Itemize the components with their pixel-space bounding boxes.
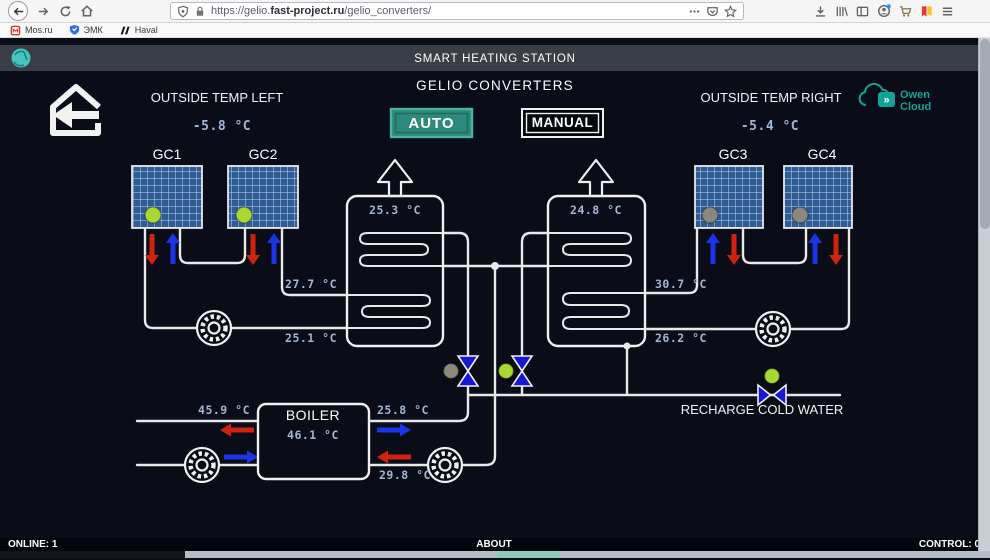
pipe-junction <box>491 262 499 270</box>
account-icon[interactable] <box>877 4 891 18</box>
url-prefix: https://gelio. <box>211 5 270 17</box>
manual-mode-button[interactable]: MANUAL <box>522 109 603 137</box>
sidebar-icon[interactable] <box>856 5 869 18</box>
pump-solar-left <box>197 311 231 345</box>
tracking-shield-icon[interactable] <box>177 5 189 18</box>
vertical-scrollbar-thumb[interactable] <box>980 39 990 229</box>
auto-mode-button[interactable]: AUTO <box>391 109 472 137</box>
reload-button[interactable] <box>54 1 76 21</box>
status-dot <box>792 207 808 223</box>
pump-solar-right <box>756 312 790 346</box>
station-logo-icon <box>12 49 31 68</box>
collector-label: GC2 <box>249 146 278 162</box>
back-button[interactable] <box>8 1 28 21</box>
home-button[interactable] <box>76 1 98 21</box>
forward-button[interactable] <box>32 1 54 21</box>
outside-temp-left-label: OUTSIDE TEMP LEFT <box>151 90 283 105</box>
collector-panel <box>132 166 202 228</box>
bookmark-star-icon[interactable] <box>724 5 737 18</box>
cloud-chevrons: » <box>883 95 889 107</box>
reload-icon <box>59 5 72 18</box>
horizontal-scrollbar[interactable] <box>0 551 990 558</box>
cloud-name-top: Owen <box>900 89 930 101</box>
boiler-temp: 46.1 °C <box>287 428 339 442</box>
hx-left-out-temp: 25.1 °C <box>285 331 337 345</box>
manual-button-label: MANUAL <box>532 115 594 130</box>
library-icon[interactable] <box>835 5 848 18</box>
url-text: https://gelio.fast-project.ru/gelio_conv… <box>211 5 683 17</box>
bookmark-mosru[interactable]: Mos.ru <box>10 25 53 36</box>
hx-left-temp: 25.3 °C <box>369 203 421 217</box>
status-dot <box>145 207 161 223</box>
pump-boiler-right <box>428 448 462 482</box>
online-count: ONLINE: 1 <box>0 539 476 550</box>
hx-right-out-temp: 26.2 °C <box>655 331 707 345</box>
status-dot <box>499 364 514 379</box>
lock-icon <box>194 5 206 18</box>
forward-icon <box>37 5 50 18</box>
bookmark-emk[interactable]: ЭМК <box>69 24 103 36</box>
url-bar[interactable]: https://gelio.fast-project.ru/gelio_conv… <box>170 2 744 20</box>
browser-toolbar: https://gelio.fast-project.ru/gelio_conv… <box>0 0 990 23</box>
vertical-scrollbar[interactable] <box>978 38 990 551</box>
back-icon <box>12 5 25 18</box>
pocket-icon[interactable] <box>706 5 719 18</box>
outside-temp-right-label: OUTSIDE TEMP RIGHT <box>700 90 841 105</box>
bookmark-label: ЭМК <box>84 25 103 35</box>
bookmark-haval[interactable]: Haval <box>119 25 158 36</box>
page-title: GELIO CONVERTERS <box>416 78 574 93</box>
url-domain: fast-project.ru <box>270 5 344 17</box>
boiler-right-supply-temp: 25.8 °C <box>377 403 429 417</box>
bookmark-label: Haval <box>135 25 158 35</box>
home-icon-small <box>80 4 94 18</box>
control-count: CONTROL: 0 <box>512 539 990 550</box>
emk-favicon <box>69 24 80 36</box>
mosru-favicon <box>10 25 21 36</box>
bookmark-label: Mos.ru <box>25 25 53 35</box>
status-bar: ONLINE: 1 ABOUT CONTROL: 0 <box>0 538 990 551</box>
hscroll-thumb-rest[interactable] <box>560 551 990 558</box>
hscroll-teal-segment <box>497 551 560 558</box>
status-dot <box>444 364 459 379</box>
menu-hamburger-icon[interactable] <box>941 5 954 18</box>
status-dot <box>765 369 780 384</box>
cart-extension-icon[interactable] <box>899 5 912 18</box>
boiler-left-supply-temp: 45.9 °C <box>198 403 250 417</box>
collector-label: GC4 <box>808 146 837 162</box>
bookmarks-bar: Mos.ru ЭМК Haval <box>0 23 990 38</box>
hx-right-in-temp: 30.7 °C <box>655 277 707 291</box>
toolbar-extensions <box>814 4 954 18</box>
haval-favicon <box>119 25 131 36</box>
hscroll-thumb[interactable] <box>185 551 497 558</box>
hscroll-track-dark <box>0 551 185 558</box>
boiler-right-return-temp: 29.8 °C <box>379 468 431 482</box>
pump-boiler-left <box>185 448 219 482</box>
downloads-icon[interactable] <box>814 5 827 18</box>
url-path: /gelio_converters/ <box>344 5 431 17</box>
auto-button-label: AUTO <box>408 115 454 132</box>
outside-temp-left-value: -5.8 °C <box>193 119 251 134</box>
scada-mimic-diagram: SMART HEATING STATION GELIO CONVERTERS O… <box>0 38 990 538</box>
cloud-name-bottom: Cloud <box>900 101 931 113</box>
outside-temp-right-value: -5.4 °C <box>741 119 799 134</box>
flag-extension-icon[interactable] <box>920 5 933 18</box>
hx-left-in-temp: 27.7 °C <box>285 277 337 291</box>
about-link[interactable]: ABOUT <box>476 539 512 550</box>
boiler-label: BOILER <box>286 407 340 423</box>
page-actions-icon[interactable] <box>688 5 701 18</box>
header-title: SMART HEATING STATION <box>414 53 575 65</box>
recharge-label: RECHARGE COLD WATER <box>681 402 844 417</box>
collector-label: GC3 <box>719 146 748 162</box>
hx-right-temp: 24.8 °C <box>570 203 622 217</box>
status-dot <box>236 207 252 223</box>
collector-label: GC1 <box>153 146 182 162</box>
status-dot <box>702 207 718 223</box>
scada-header: SMART HEATING STATION <box>0 45 990 71</box>
